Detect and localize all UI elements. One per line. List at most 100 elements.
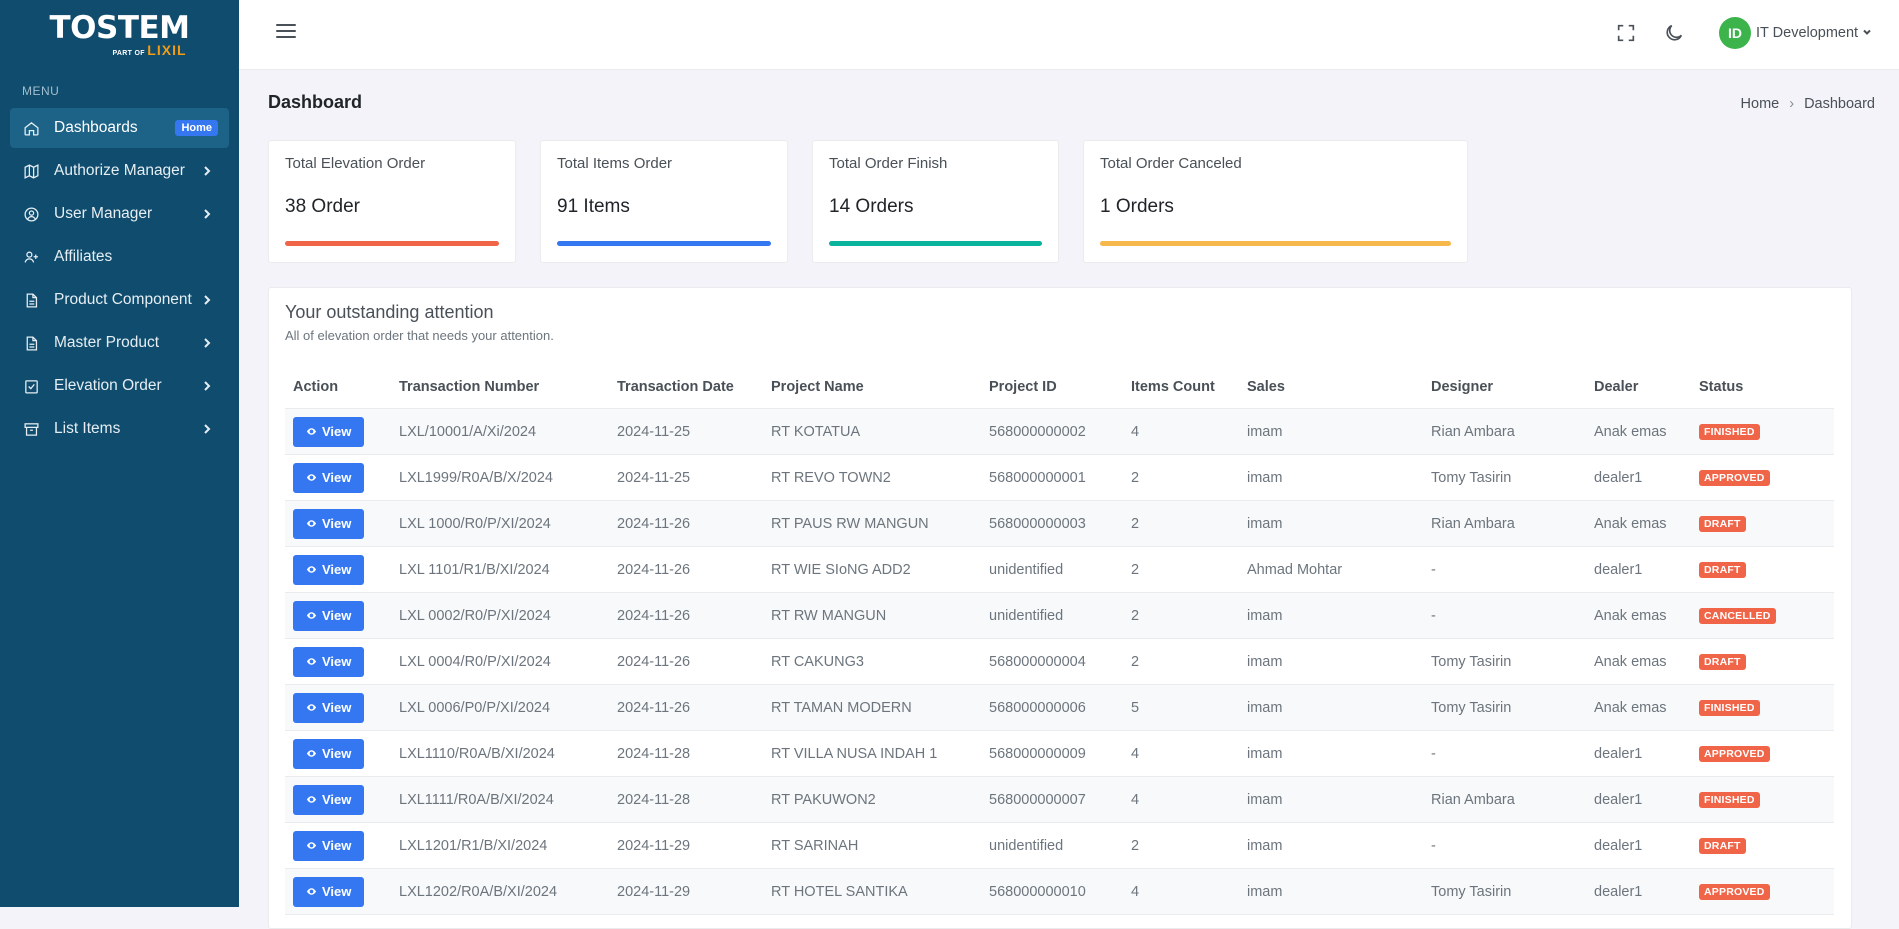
action-cell: View: [285, 546, 391, 593]
breadcrumb-home[interactable]: Home: [1741, 96, 1780, 112]
transaction-number-cell: LXL 1101/R1/B/XI/2024: [391, 546, 609, 593]
status-badge: APPROVED: [1699, 884, 1770, 900]
project-id-cell: 568000000002: [981, 408, 1123, 455]
designer-cell: -: [1423, 592, 1586, 639]
card-subtitle: All of elevation order that needs your a…: [285, 328, 554, 343]
view-button[interactable]: View: [293, 692, 365, 723]
view-button[interactable]: View: [293, 830, 365, 861]
project-name-cell: RT KOTATUA: [763, 408, 981, 455]
designer-cell: Rian Ambara: [1423, 408, 1586, 455]
stat-value: 1 Orders: [1100, 196, 1174, 217]
sales-cell: imam: [1239, 592, 1423, 639]
view-button-label: View: [322, 884, 352, 899]
stat-label: Total Items Order: [557, 155, 673, 172]
sidebar-item-elevation-order[interactable]: Elevation Order: [10, 366, 229, 406]
user-menu[interactable]: ID IT Development: [1719, 17, 1872, 49]
status-badge: FINISHED: [1699, 700, 1760, 716]
view-button[interactable]: View: [293, 600, 365, 631]
transaction-date-cell: 2024-11-26: [609, 638, 763, 685]
dealer-cell: dealer1: [1586, 776, 1691, 823]
table-row: View LXL/10001/A/Xi/2024 2024-11-25 RT KOTA…: [285, 408, 1834, 455]
avatar: ID: [1719, 17, 1751, 49]
sidebar-item-product-component[interactable]: Product Component: [10, 280, 229, 320]
sales-cell: imam: [1239, 454, 1423, 501]
designer-cell: Tomy Tasirin: [1423, 868, 1586, 915]
sidebar-item-label: Dashboards: [54, 119, 138, 136]
status-cell: CANCELLED: [1691, 592, 1834, 639]
view-button[interactable]: View: [293, 876, 365, 907]
sidebar-item-affiliates[interactable]: Affiliates: [10, 237, 229, 277]
transaction-date-cell: 2024-11-25: [609, 454, 763, 501]
sidebar-item-authorize-manager[interactable]: Authorize Manager: [10, 151, 229, 191]
view-button[interactable]: View: [293, 508, 365, 539]
sidebar-item-label: Elevation Order: [54, 377, 162, 394]
view-button[interactable]: View: [293, 646, 365, 677]
designer-cell: -: [1423, 822, 1586, 869]
stat-label: Total Elevation Order: [285, 155, 426, 172]
items-count-cell: 2: [1123, 454, 1239, 501]
chevron-right-icon: [201, 164, 215, 178]
dealer-cell: Anak emas: [1586, 500, 1691, 547]
status-badge: DRAFT: [1699, 516, 1746, 532]
view-button[interactable]: View: [293, 738, 365, 769]
view-button[interactable]: View: [293, 462, 365, 493]
view-button[interactable]: View: [293, 554, 365, 585]
sales-cell: imam: [1239, 500, 1423, 547]
table-row: View LXL 0002/R0/P/XI/2024 2024-11-26 RT RW…: [285, 592, 1834, 639]
view-button-label: View: [322, 746, 352, 761]
table-row: View LXL 0004/R0/P/XI/2024 2024-11-26 RT CA…: [285, 638, 1834, 685]
sidebar-item-user-manager[interactable]: User Manager: [10, 194, 229, 234]
project-name-cell: RT RW MANGUN: [763, 592, 981, 639]
status-badge: APPROVED: [1699, 746, 1770, 762]
eye-icon: [306, 520, 317, 527]
chevron-right-icon: [201, 422, 215, 436]
sidebar-item-master-product[interactable]: Master Product: [10, 323, 229, 363]
project-id-cell: 568000000001: [981, 454, 1123, 501]
view-button-label: View: [322, 470, 352, 485]
stat-label: Total Order Finish: [829, 155, 948, 172]
project-name-cell: RT REVO TOWN2: [763, 454, 981, 501]
stat-bar: [829, 241, 1042, 246]
project-id-cell: 568000000004: [981, 638, 1123, 685]
project-id-cell: 568000000007: [981, 776, 1123, 823]
project-id-cell: unidentified: [981, 822, 1123, 869]
dark-mode-moon-icon[interactable]: [1663, 22, 1687, 46]
hamburger-menu-icon[interactable]: [276, 24, 296, 42]
chevron-right-icon: [201, 336, 215, 350]
action-cell: View: [285, 408, 391, 455]
designer-cell: Tomy Tasirin: [1423, 684, 1586, 731]
items-count-cell: 2: [1123, 546, 1239, 593]
fullscreen-icon[interactable]: [1615, 22, 1639, 46]
column-header: Transaction Number: [391, 366, 609, 409]
designer-cell: -: [1423, 546, 1586, 593]
action-cell: View: [285, 592, 391, 639]
user-plus-icon: [22, 248, 40, 266]
action-cell: View: [285, 454, 391, 501]
transaction-number-cell: LXL1202/R0A/B/XI/2024: [391, 868, 609, 915]
home-badge: Home: [175, 120, 218, 136]
map-icon: [22, 162, 40, 180]
status-cell: APPROVED: [1691, 454, 1834, 501]
stat-bar: [285, 241, 499, 246]
column-header: Sales: [1239, 366, 1423, 409]
file-text-icon: [22, 334, 40, 352]
view-button[interactable]: View: [293, 784, 365, 815]
brand-sub-brand: LIXIL: [147, 41, 187, 58]
view-button[interactable]: View: [293, 416, 365, 447]
items-count-cell: 4: [1123, 730, 1239, 777]
transaction-date-cell: 2024-11-28: [609, 776, 763, 823]
brand-logo[interactable]: TOSTEM PART OF LIXIL: [0, 0, 239, 70]
sidebar: TOSTEM PART OF LIXIL MENU Dashboards Hom…: [0, 0, 239, 907]
sidebar-item-dashboards[interactable]: Dashboards Home: [10, 108, 229, 148]
sidebar-item-label: List Items: [54, 420, 121, 437]
items-count-cell: 4: [1123, 408, 1239, 455]
dealer-cell: Anak emas: [1586, 638, 1691, 685]
sidebar-item-label: Master Product: [54, 334, 160, 351]
view-button-label: View: [322, 838, 352, 853]
sidebar-item-list-items[interactable]: List Items: [10, 409, 229, 449]
status-cell: DRAFT: [1691, 822, 1834, 869]
transaction-date-cell: 2024-11-26: [609, 592, 763, 639]
sales-cell: imam: [1239, 822, 1423, 869]
eye-icon: [306, 566, 317, 573]
project-id-cell: 568000000010: [981, 868, 1123, 915]
